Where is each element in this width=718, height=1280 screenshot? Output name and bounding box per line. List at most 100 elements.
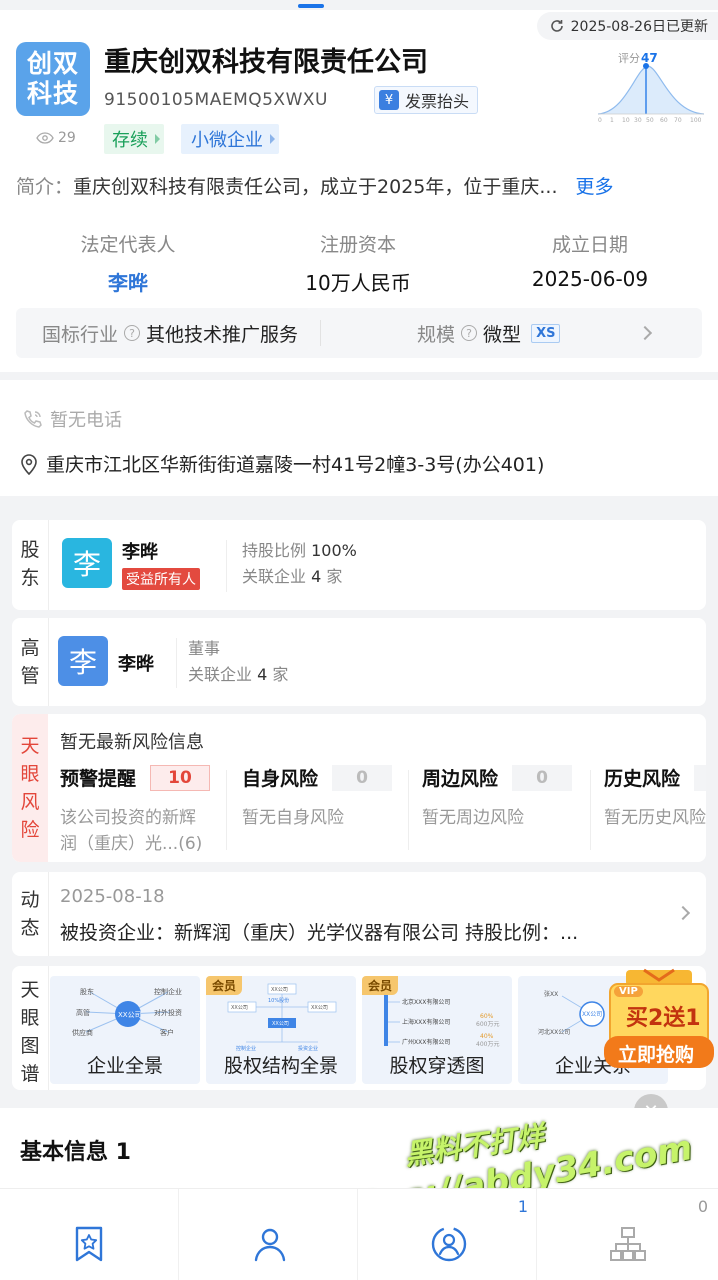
basic-info-title[interactable]: 基本信息 1 <box>20 1134 131 1166</box>
graph-node: 高管 <box>76 1008 90 1017</box>
graph-node: 控制企业 <box>154 987 182 996</box>
risk-label: 天 眼 风 险 <box>12 714 48 862</box>
risk-desc: 润（重庆）光...(6) <box>60 834 203 854</box>
tab-item[interactable]: 1 <box>358 1189 537 1280</box>
graph-label-char: 眼 <box>20 1007 40 1029</box>
risk-desc: 暂无自身风险 <box>242 808 344 828</box>
dynamic-label-char: 态 <box>20 917 40 939</box>
size-tag[interactable]: 小微企业 <box>181 124 279 154</box>
risk-col-nearby[interactable]: 周边风险 0 暂无周边风险 <box>422 764 573 831</box>
avatar[interactable]: 李 <box>58 636 108 686</box>
status-tag-label: 存续 <box>112 130 148 151</box>
divider <box>48 618 49 706</box>
risk-col-warning[interactable]: 预警提醒 10 该公司投资的新辉 润（重庆）光...(6) <box>60 764 211 857</box>
graph-node: XX公司 <box>311 1005 328 1011</box>
credit-code: 91500105MAEMQ5XWXU <box>104 90 328 110</box>
size-tag-label: 小微企业 <box>191 130 263 151</box>
intro-more-link[interactable]: 更多 <box>576 176 614 198</box>
graph-edge: 10%股份 <box>268 997 289 1004</box>
promo-float[interactable]: VIP 买2送1 立即抢购 <box>604 966 714 1074</box>
graph-tile-equity-structure[interactable]: 会员 XX公司 XX公司 XX公司 XX公司 10%股份 控制企业 投资企业 股… <box>206 976 356 1084</box>
status-tag[interactable]: 存续 <box>104 124 164 154</box>
phone-row[interactable]: 暂无电话 <box>22 406 122 432</box>
tab-item[interactable] <box>0 1189 179 1280</box>
score-axis-tick: 10 <box>622 117 630 124</box>
chevron-right-icon[interactable] <box>675 905 691 921</box>
score-value: 47 <box>641 51 658 65</box>
risk-section[interactable]: 天 眼 风 险 暂无最新风险信息 预警提醒 10 该公司投资的新辉 润（重庆）光..… <box>12 714 706 862</box>
dynamic-date: 2025-08-18 <box>60 886 165 907</box>
logo-line-1: 创双 <box>26 49 79 78</box>
member-badge: 会员 <box>362 976 399 995</box>
score-axis-tick: 50 <box>646 117 654 124</box>
graph-edge: 600万元 <box>476 1021 499 1028</box>
graph-node: XX公司 <box>231 1005 248 1011</box>
shareholder-section[interactable]: 股 东 李 李晔 受益所有人 持股比例 100% 关联企业 4 家 <box>12 520 706 610</box>
risk-col-history[interactable]: 历史风险 暂无历史风险 <box>604 764 706 831</box>
graph-node: XX公司 <box>118 1011 142 1019</box>
risk-label-char: 眼 <box>20 763 40 785</box>
graph-node: XX公司 <box>272 1021 289 1027</box>
industry-scale-bar[interactable]: 国标行业 ? 其他技术推广服务 规模 ? 微型 XS <box>16 308 702 358</box>
risk-col-self[interactable]: 自身风险 0 暂无自身风险 <box>242 764 393 831</box>
founded-label: 成立日期 <box>551 234 628 256</box>
ratio-label: 持股比例 <box>242 541 307 560</box>
risk-title: 预警提醒 <box>60 768 137 790</box>
shareholder-name[interactable]: 李晔 <box>122 538 200 564</box>
graph-node: XX公司 <box>582 1011 602 1018</box>
capital-label: 注册资本 <box>319 234 396 256</box>
divider <box>48 966 49 1090</box>
divider <box>320 320 322 346</box>
graph-node: 河北XX公司 <box>538 1028 570 1036</box>
graph-label-char: 天 <box>20 979 40 1001</box>
chevron-right-icon[interactable] <box>638 325 653 341</box>
legal-rep-link[interactable]: 李晔 <box>18 267 238 296</box>
view-count-value: 29 <box>58 130 76 146</box>
company-logo: 创双 科技 <box>16 42 90 116</box>
graph-node: 张XX <box>544 990 558 998</box>
graph-tile-overview[interactable]: XX公司 股东 高管 供应商 控制企业 对外投资 客户 企业全景 <box>50 976 200 1084</box>
executive-section[interactable]: 高 管 李 李晔 董事 关联企业 4 家 <box>12 618 706 706</box>
divider <box>590 770 591 850</box>
graph-edge: 60% <box>480 1013 494 1020</box>
person-circle-icon <box>431 1226 467 1262</box>
dynamic-label-char: 动 <box>20 889 40 911</box>
tab-count: 0 <box>697 1197 708 1216</box>
promo-cta[interactable]: 立即抢购 <box>618 1040 694 1067</box>
related-unit: 家 <box>326 567 343 586</box>
invoice-title-button[interactable]: ¥ 发票抬头 <box>374 86 479 114</box>
update-status-pill[interactable]: 2025-08-26日已更新 <box>536 12 718 40</box>
help-icon[interactable]: ? <box>124 325 141 341</box>
capital-block: 注册资本 10万人民币 <box>248 230 468 296</box>
dynamic-section[interactable]: 动 态 2025-08-18 被投资企业：新辉润（重庆）光学仪器有限公司 持股比… <box>12 872 706 956</box>
scale-badge: XS <box>531 323 561 343</box>
executive-name[interactable]: 李晔 <box>118 650 154 676</box>
promo-title: 买2送1 <box>626 1006 701 1031</box>
tag-arrow-icon <box>270 134 275 144</box>
tab-item[interactable] <box>179 1189 358 1280</box>
address-row[interactable]: 重庆市江北区华新街街道嘉陵一村41号2幢3-3号(办公401) <box>20 450 544 477</box>
graph-section[interactable]: 天 眼 图 谱 XX公司 股东 高管 供应商 控制企业 对外投资 客户 企业全景… <box>12 966 706 1090</box>
member-badge: 会员 <box>206 976 243 995</box>
risk-label-char: 风 <box>20 791 40 813</box>
tab-item[interactable]: 0 <box>537 1189 716 1280</box>
scale-value: 微型 <box>483 323 522 346</box>
beneficiary-badge: 受益所有人 <box>122 568 200 590</box>
industry-value: 其他技术推广服务 <box>146 323 299 346</box>
graph-label-char: 谱 <box>20 1063 40 1085</box>
graph-tile-equity-penetration[interactable]: 会员 北京XXX有限公司 上海XXX有限公司 广州XXX有限公司 60% 600… <box>362 976 512 1084</box>
bookmark-star-icon <box>75 1226 103 1262</box>
avatar[interactable]: 李 <box>62 538 112 588</box>
risk-desc: 该公司投资的新辉 <box>60 808 196 828</box>
risk-title: 历史风险 <box>604 768 681 790</box>
risk-headline: 暂无最新风险信息 <box>60 732 204 753</box>
score-label: 评分 <box>618 52 640 65</box>
intro-text: 重庆创双科技有限责任公司，成立于2025年，位于重庆... <box>73 176 558 198</box>
risk-desc: 暂无周边风险 <box>422 808 524 828</box>
help-icon[interactable]: ? <box>461 325 478 341</box>
shareholder-person[interactable]: 李晔 受益所有人 <box>122 538 200 590</box>
contact-card <box>0 380 718 496</box>
company-intro[interactable]: 简介：重庆创双科技有限责任公司，成立于2025年，位于重庆... 更多 <box>16 172 614 199</box>
graph-node: 客户 <box>160 1028 174 1037</box>
score-widget[interactable]: 评分 47 0 1 10 30 50 60 70 100 <box>596 48 706 124</box>
